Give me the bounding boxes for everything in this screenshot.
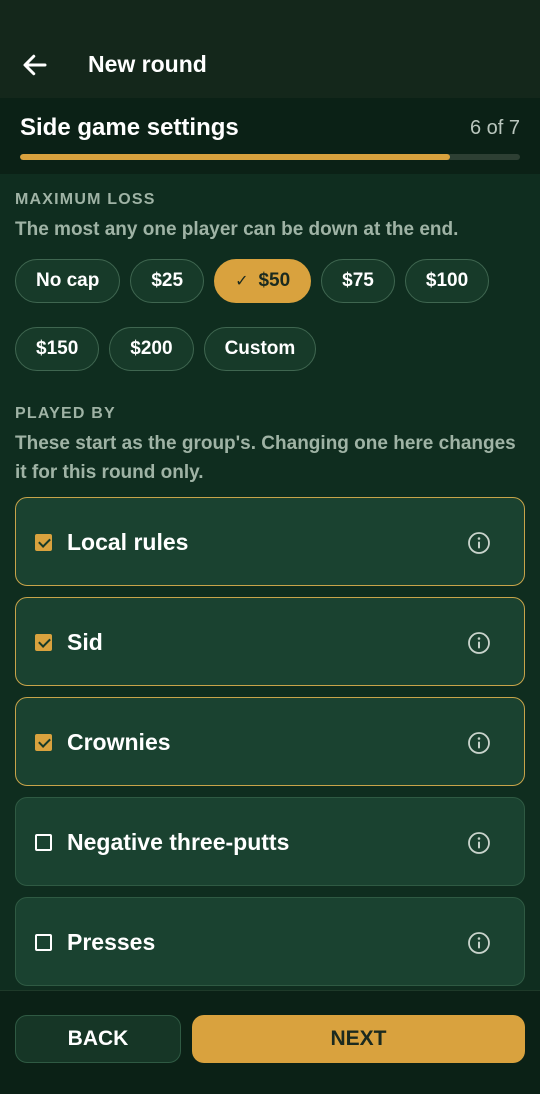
chip-25[interactable]: $25 [130, 259, 205, 303]
checkbox[interactable] [35, 734, 52, 751]
info-icon[interactable] [467, 931, 491, 955]
max-loss-options: No cap $25 ✓ $50 $75 $100 $150 $200 Custo… [15, 259, 525, 395]
app-bar [0, 0, 540, 98]
played-by-label: PLAYED BY [15, 405, 116, 422]
step-count: 6 of 7 [469, 117, 520, 139]
chip-150[interactable]: $150 [15, 327, 100, 371]
rule-sid[interactable]: Sid [15, 597, 525, 686]
rule-label: Crownies [67, 729, 171, 755]
page-title: New round [88, 51, 207, 77]
chip-custom[interactable]: Custom [203, 327, 317, 371]
check-icon: ✓ [235, 273, 249, 290]
progress-bar [20, 154, 520, 160]
rule-label: Presses [67, 929, 156, 955]
checkbox[interactable] [35, 934, 52, 951]
step-title: Side game settings [20, 114, 239, 141]
rules-list: Local rules Sid Crownies Negative three-… [15, 497, 525, 997]
info-icon[interactable] [467, 831, 491, 855]
rule-presses[interactable]: Presses [15, 897, 525, 986]
rule-crownies[interactable]: Crownies [15, 697, 525, 786]
checkbox[interactable] [35, 534, 52, 551]
checkbox[interactable] [35, 634, 52, 651]
rule-negative-three-putts[interactable]: Negative three-putts [15, 797, 525, 886]
back-button[interactable]: BACK [15, 1015, 181, 1063]
rule-label: Sid [67, 629, 103, 655]
played-by-description: These start as the group's. Changing one… [15, 433, 516, 483]
chip-50[interactable]: ✓ $50 [214, 259, 312, 303]
rule-label: Negative three-putts [67, 829, 290, 855]
progress-fill [20, 154, 450, 160]
max-loss-description: The most any one player can be down at t… [15, 219, 459, 240]
info-icon[interactable] [467, 631, 491, 655]
chip-75[interactable]: $75 [321, 259, 395, 303]
chip-200[interactable]: $200 [109, 327, 194, 371]
info-icon[interactable] [467, 531, 491, 555]
rule-local-rules[interactable]: Local rules [15, 497, 525, 586]
info-icon[interactable] [467, 731, 491, 755]
chip-100[interactable]: $100 [404, 259, 490, 303]
rule-label: Local rules [67, 529, 189, 555]
chip-no-cap[interactable]: No cap [15, 259, 121, 303]
arrow-left-icon[interactable] [20, 50, 50, 80]
checkbox[interactable] [35, 834, 52, 851]
chip-row: No cap $25 ✓ $50 $75 $100 [15, 259, 525, 303]
max-loss-label: MAXIMUM LOSS [15, 191, 156, 208]
next-button[interactable]: NEXT [192, 1015, 525, 1063]
chip-row: $150 $200 Custom [15, 327, 525, 371]
